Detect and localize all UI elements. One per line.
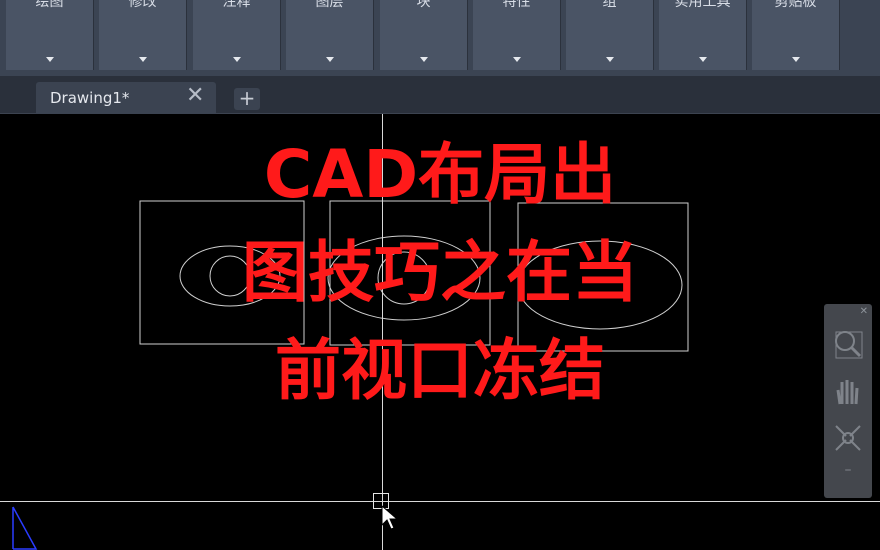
close-icon[interactable]: ✕ (860, 306, 868, 317)
zoom-extents-icon[interactable] (830, 420, 866, 456)
crosshair-horizontal (0, 501, 880, 502)
caption-line-1: CAD布局出 (263, 136, 617, 213)
caption-line-2: 图技巧之在当 (242, 234, 638, 311)
zoom-2d-icon[interactable] (830, 326, 866, 362)
ucs-icon (12, 506, 38, 550)
pan-hand-icon[interactable] (830, 374, 866, 410)
minus-icon[interactable]: – (830, 460, 866, 480)
navigation-bar: ✕ – (824, 304, 872, 498)
mouse-pointer-icon (381, 505, 399, 530)
caption-line-3: 前视口冻结 (275, 332, 605, 409)
overlay-caption: CAD布局出 图技巧之在当 前视口冻结 (160, 126, 720, 420)
